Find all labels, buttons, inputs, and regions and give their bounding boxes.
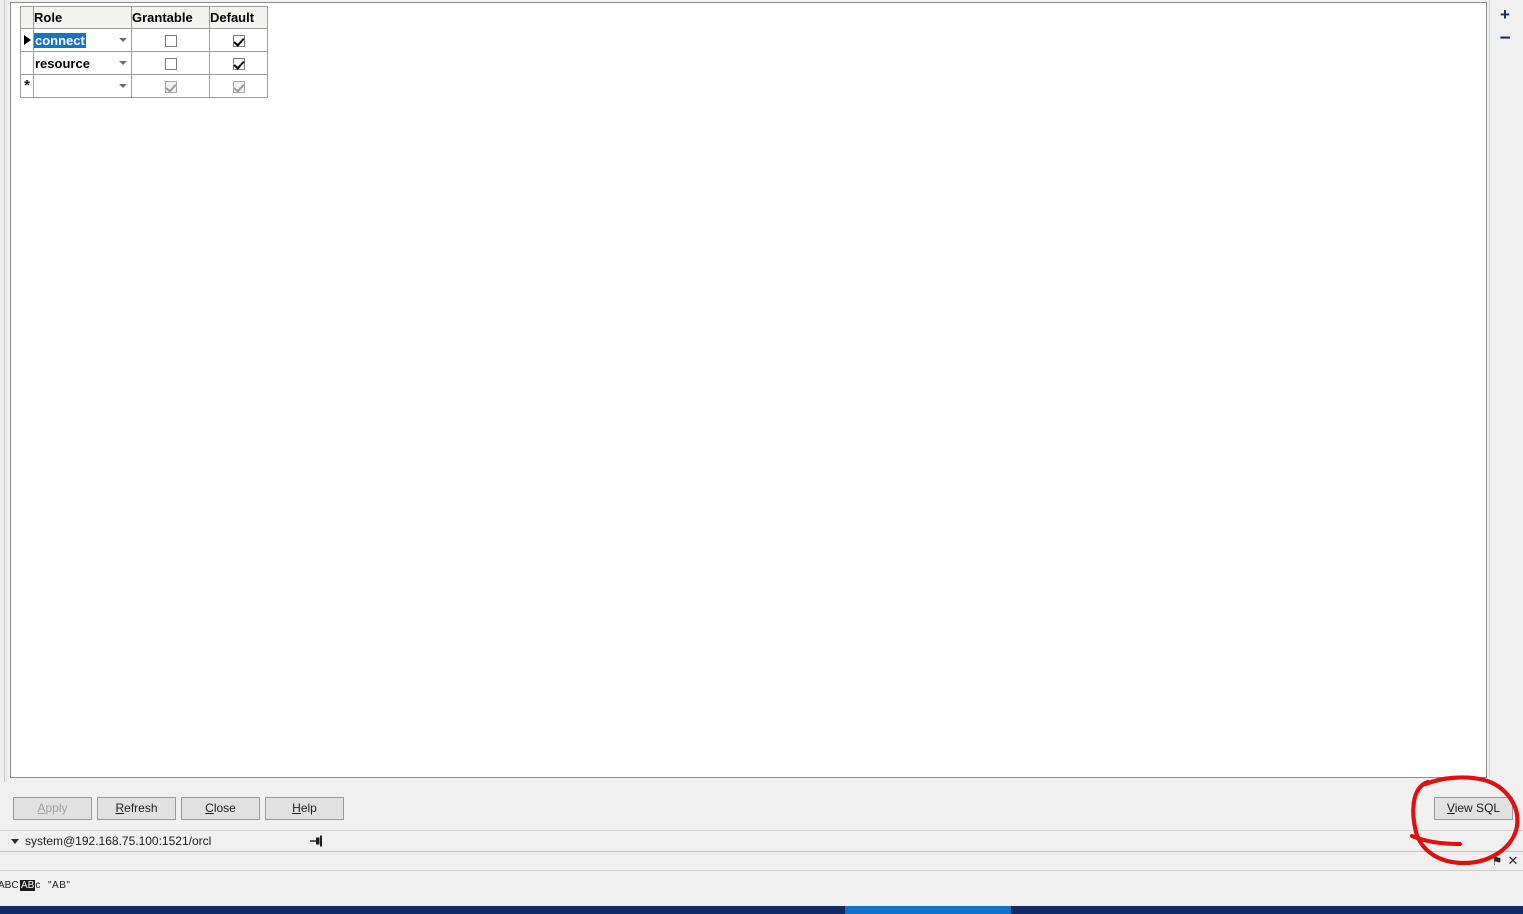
chevron-down-icon[interactable] bbox=[119, 38, 127, 42]
default-cell-new bbox=[209, 74, 268, 98]
chevron-down-icon[interactable] bbox=[11, 839, 19, 844]
quoted-ab-icon[interactable]: "AB" bbox=[48, 879, 70, 893]
role-value: resource bbox=[35, 55, 90, 71]
dialog-button-bar: Apply Refresh Close Help View SQL bbox=[0, 782, 1523, 830]
view-sql-mnemonic: V bbox=[1446, 801, 1455, 815]
taskbar-active-item[interactable] bbox=[845, 906, 1011, 914]
role-value: connect bbox=[34, 32, 86, 48]
grantable-checkbox bbox=[164, 81, 177, 94]
help-mnemonic: H bbox=[292, 801, 301, 815]
role-cell[interactable]: connect bbox=[33, 28, 132, 52]
view-sql-label: iew SQL bbox=[1454, 801, 1501, 815]
grantable-checkbox[interactable] bbox=[164, 58, 177, 71]
left-panel-divider-inner bbox=[6, 0, 7, 865]
close-label: lose bbox=[213, 801, 236, 815]
grantable-cell[interactable] bbox=[131, 51, 210, 75]
refresh-mnemonic: R bbox=[115, 801, 125, 815]
view-sql-button[interactable]: View SQL bbox=[1434, 797, 1513, 820]
pushpin-icon[interactable]: ⚑ bbox=[1490, 854, 1504, 868]
application-window: Role Grantable Default connect resource … bbox=[0, 0, 1523, 914]
row-selector-cell[interactable] bbox=[20, 28, 34, 52]
zoom-rail: + − bbox=[1489, 0, 1523, 778]
column-header-grantable[interactable]: Grantable bbox=[131, 6, 210, 29]
apply-button[interactable]: Apply bbox=[13, 797, 92, 820]
pushpin-glyph bbox=[310, 835, 322, 847]
plus-icon[interactable]: + bbox=[1495, 5, 1515, 25]
close-icon[interactable]: ✕ bbox=[1506, 854, 1520, 868]
roles-content-panel: Role Grantable Default connect resource … bbox=[10, 2, 1487, 778]
column-header-role[interactable]: Role bbox=[33, 6, 132, 29]
default-checkbox[interactable] bbox=[232, 58, 245, 71]
table-row[interactable]: resource bbox=[20, 51, 268, 75]
table-row[interactable]: connect bbox=[20, 28, 268, 52]
os-taskbar bbox=[0, 906, 1523, 914]
row-selector-cell[interactable] bbox=[20, 51, 34, 75]
chevron-down-icon[interactable] bbox=[119, 61, 127, 65]
role-cell-new[interactable] bbox=[33, 74, 132, 98]
grantable-cell-new bbox=[131, 74, 210, 98]
left-panel-divider-outer bbox=[4, 0, 5, 865]
refresh-button[interactable]: Refresh bbox=[97, 797, 176, 820]
grantable-checkbox[interactable] bbox=[164, 35, 177, 48]
default-cell[interactable] bbox=[209, 28, 268, 52]
grid-header-row: Role Grantable Default bbox=[20, 6, 268, 29]
connection-status-bar: system@192.168.75.100:1521/orcl bbox=[0, 830, 1523, 851]
apply-mnemonic: A bbox=[37, 801, 46, 815]
column-header-default[interactable]: Default bbox=[209, 6, 268, 29]
pushpin-icon[interactable] bbox=[308, 833, 326, 849]
help-label: elp bbox=[300, 801, 317, 815]
minus-icon[interactable]: − bbox=[1495, 29, 1515, 49]
chevron-down-icon[interactable] bbox=[119, 84, 127, 88]
spellcheck-abc-icon[interactable]: ABC bbox=[0, 879, 19, 893]
close-button[interactable]: Close bbox=[181, 797, 260, 820]
grantable-cell[interactable] bbox=[131, 28, 210, 52]
connection-string: system@192.168.75.100:1521/orcl bbox=[25, 834, 212, 848]
default-checkbox bbox=[232, 81, 245, 94]
role-cell[interactable]: resource bbox=[33, 51, 132, 75]
help-button[interactable]: Help bbox=[265, 797, 344, 820]
abc-inverted-icon[interactable]: ABc bbox=[20, 879, 40, 893]
abc-inverted-label: AB bbox=[20, 880, 36, 891]
abc-inverted-suffix: c bbox=[35, 880, 41, 891]
panel-title-bar: ⚑ ✕ bbox=[0, 851, 1523, 870]
rail-divider bbox=[1489, 0, 1490, 778]
table-row-new[interactable]: * bbox=[20, 74, 268, 98]
row-selector-header bbox=[20, 6, 34, 29]
roles-grid[interactable]: Role Grantable Default connect resource … bbox=[20, 6, 268, 98]
new-row-selector-cell[interactable]: * bbox=[20, 74, 34, 98]
status-icon-strip: ABC ABc "AB" bbox=[0, 870, 1523, 907]
refresh-label: efresh bbox=[124, 801, 158, 815]
default-checkbox[interactable] bbox=[232, 35, 245, 48]
close-mnemonic: C bbox=[205, 801, 214, 815]
current-row-arrow-icon bbox=[23, 34, 31, 45]
default-cell[interactable] bbox=[209, 51, 268, 75]
new-row-asterisk-icon: * bbox=[24, 77, 30, 94]
apply-label: pply bbox=[45, 801, 68, 815]
